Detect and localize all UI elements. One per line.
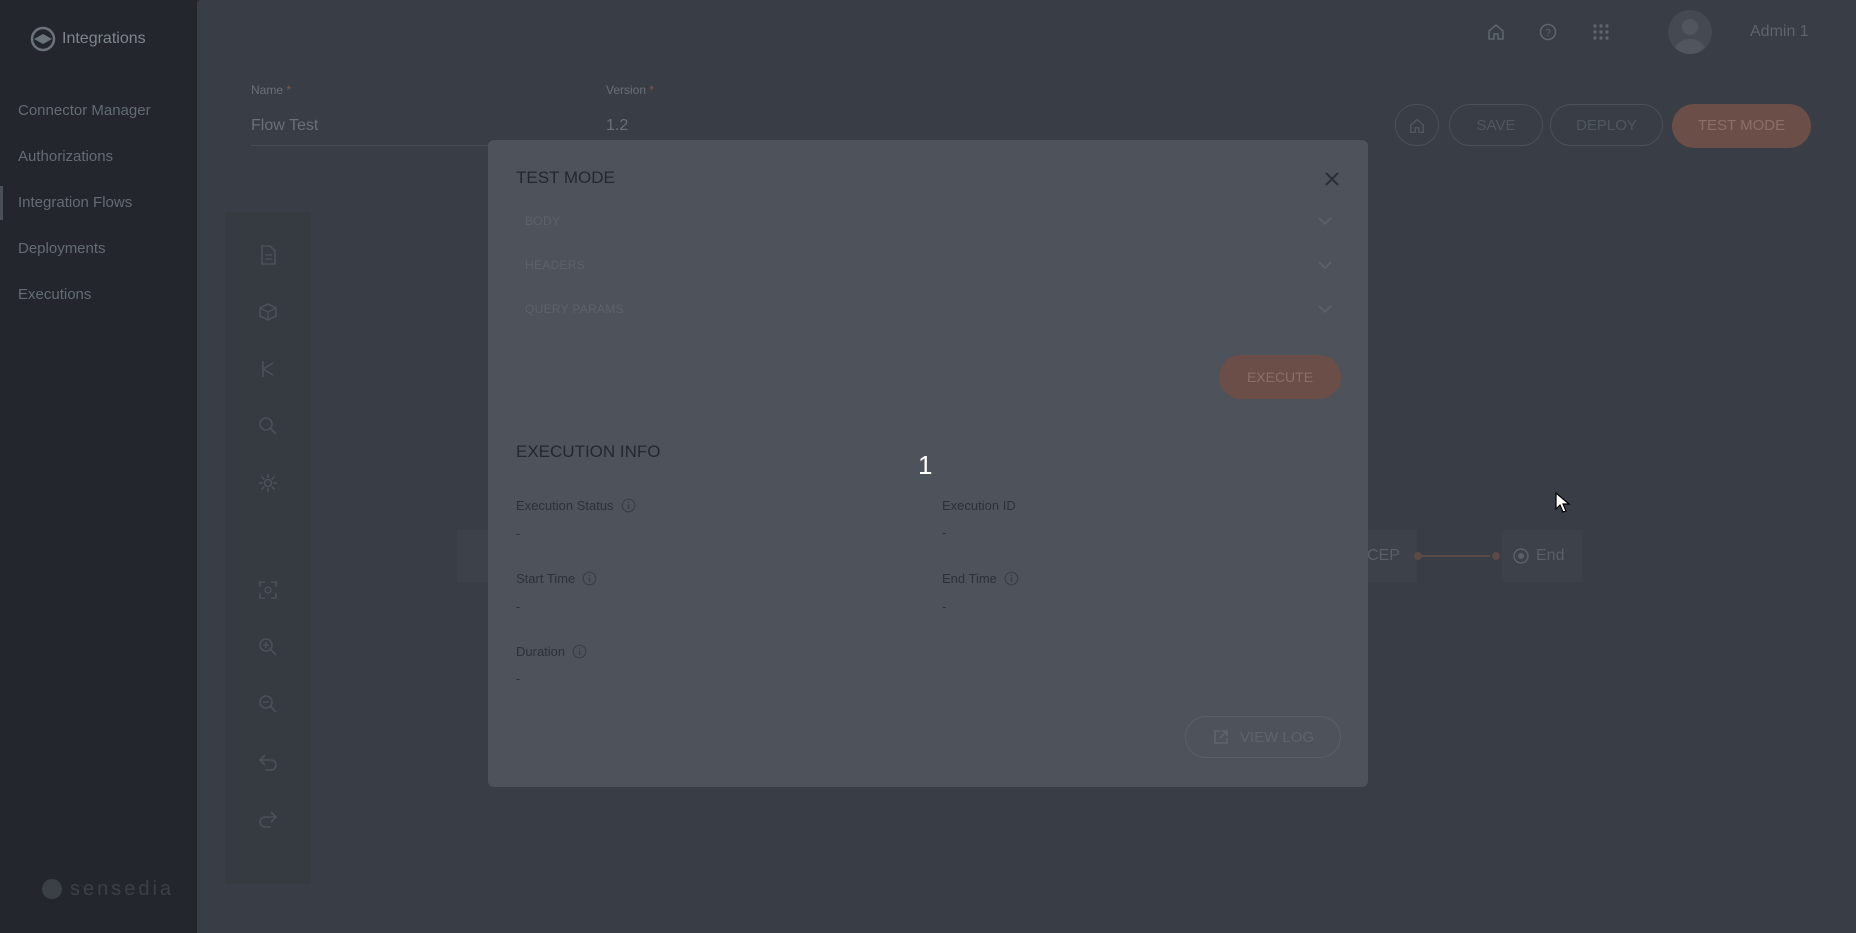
- end-node-label: End: [1536, 547, 1565, 564]
- help-icon[interactable]: ?: [1538, 22, 1558, 42]
- duration-value: -: [516, 671, 521, 686]
- execution-info-title: EXECUTION INFO: [516, 442, 661, 461]
- info-icon[interactable]: [1004, 571, 1019, 586]
- version-field-label: Version *: [606, 83, 654, 97]
- required-mark: *: [649, 83, 655, 97]
- name-label-text: Name: [251, 83, 284, 97]
- sensedia-logo-icon: [42, 879, 62, 899]
- flow-node-end[interactable]: End: [1502, 530, 1582, 582]
- end-time-label-text: End Time: [942, 571, 997, 586]
- accordion-body[interactable]: BODY: [516, 207, 1339, 237]
- sidebar: Integrations Connector Manager Authoriza…: [0, 0, 197, 933]
- duration-label: Duration: [516, 644, 587, 659]
- info-icon[interactable]: [572, 644, 587, 659]
- accordion-headers[interactable]: HEADERS: [516, 251, 1339, 281]
- integrations-logo-icon: [30, 26, 56, 52]
- execution-status-label-text: Execution Status: [516, 498, 614, 513]
- version-label-text: Version: [606, 83, 647, 97]
- save-button[interactable]: SAVE: [1449, 104, 1543, 146]
- document-icon[interactable]: [257, 244, 279, 266]
- duration-label-text: Duration: [516, 644, 566, 659]
- sidebar-item-executions[interactable]: Executions: [0, 278, 197, 324]
- apps-grid-icon[interactable]: [1591, 22, 1611, 42]
- flow-tools-panel: [225, 212, 311, 884]
- end-time-value: -: [942, 599, 947, 614]
- sensedia-wordmark: sensedia: [70, 877, 175, 900]
- zoom-out-icon[interactable]: [257, 693, 279, 715]
- info-icon[interactable]: [621, 498, 636, 513]
- sidebar-nav: Connector Manager Authorizations Integra…: [0, 94, 197, 324]
- svg-text:?: ?: [1545, 28, 1551, 39]
- start-time-label: Start Time: [516, 571, 597, 586]
- home-flow-button[interactable]: [1395, 104, 1439, 146]
- app-name: Integrations: [62, 30, 146, 47]
- sidebar-item-integration-flows[interactable]: Integration Flows: [0, 186, 197, 232]
- external-link-icon: [1214, 730, 1228, 744]
- undo-icon[interactable]: [257, 750, 279, 772]
- split-arrows-icon[interactable]: [257, 358, 279, 380]
- chevron-down-icon: [1318, 305, 1332, 314]
- overlay-marker: 1: [918, 450, 933, 480]
- user-name[interactable]: Admin 1: [1750, 23, 1809, 41]
- search-settings-icon[interactable]: [257, 415, 279, 437]
- execution-id-label-text: Execution ID: [942, 498, 1016, 513]
- deploy-button[interactable]: DEPLOY: [1550, 104, 1663, 146]
- sidebar-item-authorizations[interactable]: Authorizations: [0, 140, 197, 186]
- test-mode-button[interactable]: TEST MODE: [1672, 104, 1811, 148]
- sidebar-item-deployments[interactable]: Deployments: [0, 232, 197, 278]
- fit-screen-icon[interactable]: [257, 579, 279, 601]
- execution-id-value: -: [942, 525, 947, 540]
- modal-title: TEST MODE: [516, 168, 615, 187]
- start-time-value: -: [516, 599, 521, 614]
- redo-icon[interactable]: [257, 807, 279, 829]
- gear-icon[interactable]: [257, 472, 279, 494]
- sidebar-item-connector-manager[interactable]: Connector Manager: [0, 94, 197, 140]
- execution-status-label: Execution Status: [516, 498, 636, 513]
- chevron-down-icon: [1318, 261, 1332, 270]
- chevron-down-icon: [1318, 217, 1332, 226]
- view-log-button[interactable]: VIEW LOG: [1185, 716, 1341, 758]
- accordion-headers-label: HEADERS: [525, 258, 586, 272]
- execution-status-value: -: [516, 526, 521, 541]
- mouse-cursor-icon: [1555, 492, 1571, 513]
- execute-button[interactable]: EXECUTE: [1219, 355, 1341, 399]
- user-avatar-icon: [1675, 19, 1705, 54]
- name-field-label: Name *: [251, 83, 291, 97]
- view-log-label: VIEW LOG: [1239, 728, 1315, 746]
- app-logo[interactable]: Integrations: [30, 26, 146, 52]
- end-node-icon: [1513, 548, 1529, 564]
- close-icon[interactable]: [1323, 170, 1341, 188]
- end-time-label: End Time: [942, 571, 1019, 586]
- zoom-in-icon[interactable]: [257, 636, 279, 658]
- info-icon[interactable]: [582, 571, 597, 586]
- required-mark: *: [286, 83, 292, 97]
- accordion-body-label: BODY: [525, 214, 561, 228]
- accordion-query-params[interactable]: QUERY PARAMS: [516, 295, 1339, 325]
- flow-connector-arrow: [1414, 552, 1500, 560]
- execution-id-label: Execution ID: [942, 498, 1016, 513]
- home-icon[interactable]: [1486, 22, 1506, 42]
- name-field[interactable]: Flow Test: [251, 117, 318, 135]
- version-field[interactable]: 1.2: [606, 117, 628, 135]
- sensedia-brand: sensedia: [40, 877, 174, 901]
- start-time-label-text: Start Time: [516, 571, 576, 586]
- avatar[interactable]: [1668, 10, 1712, 54]
- home-icon: [1409, 118, 1425, 134]
- package-icon[interactable]: [257, 301, 279, 323]
- accordion-query-params-label: QUERY PARAMS: [525, 302, 624, 316]
